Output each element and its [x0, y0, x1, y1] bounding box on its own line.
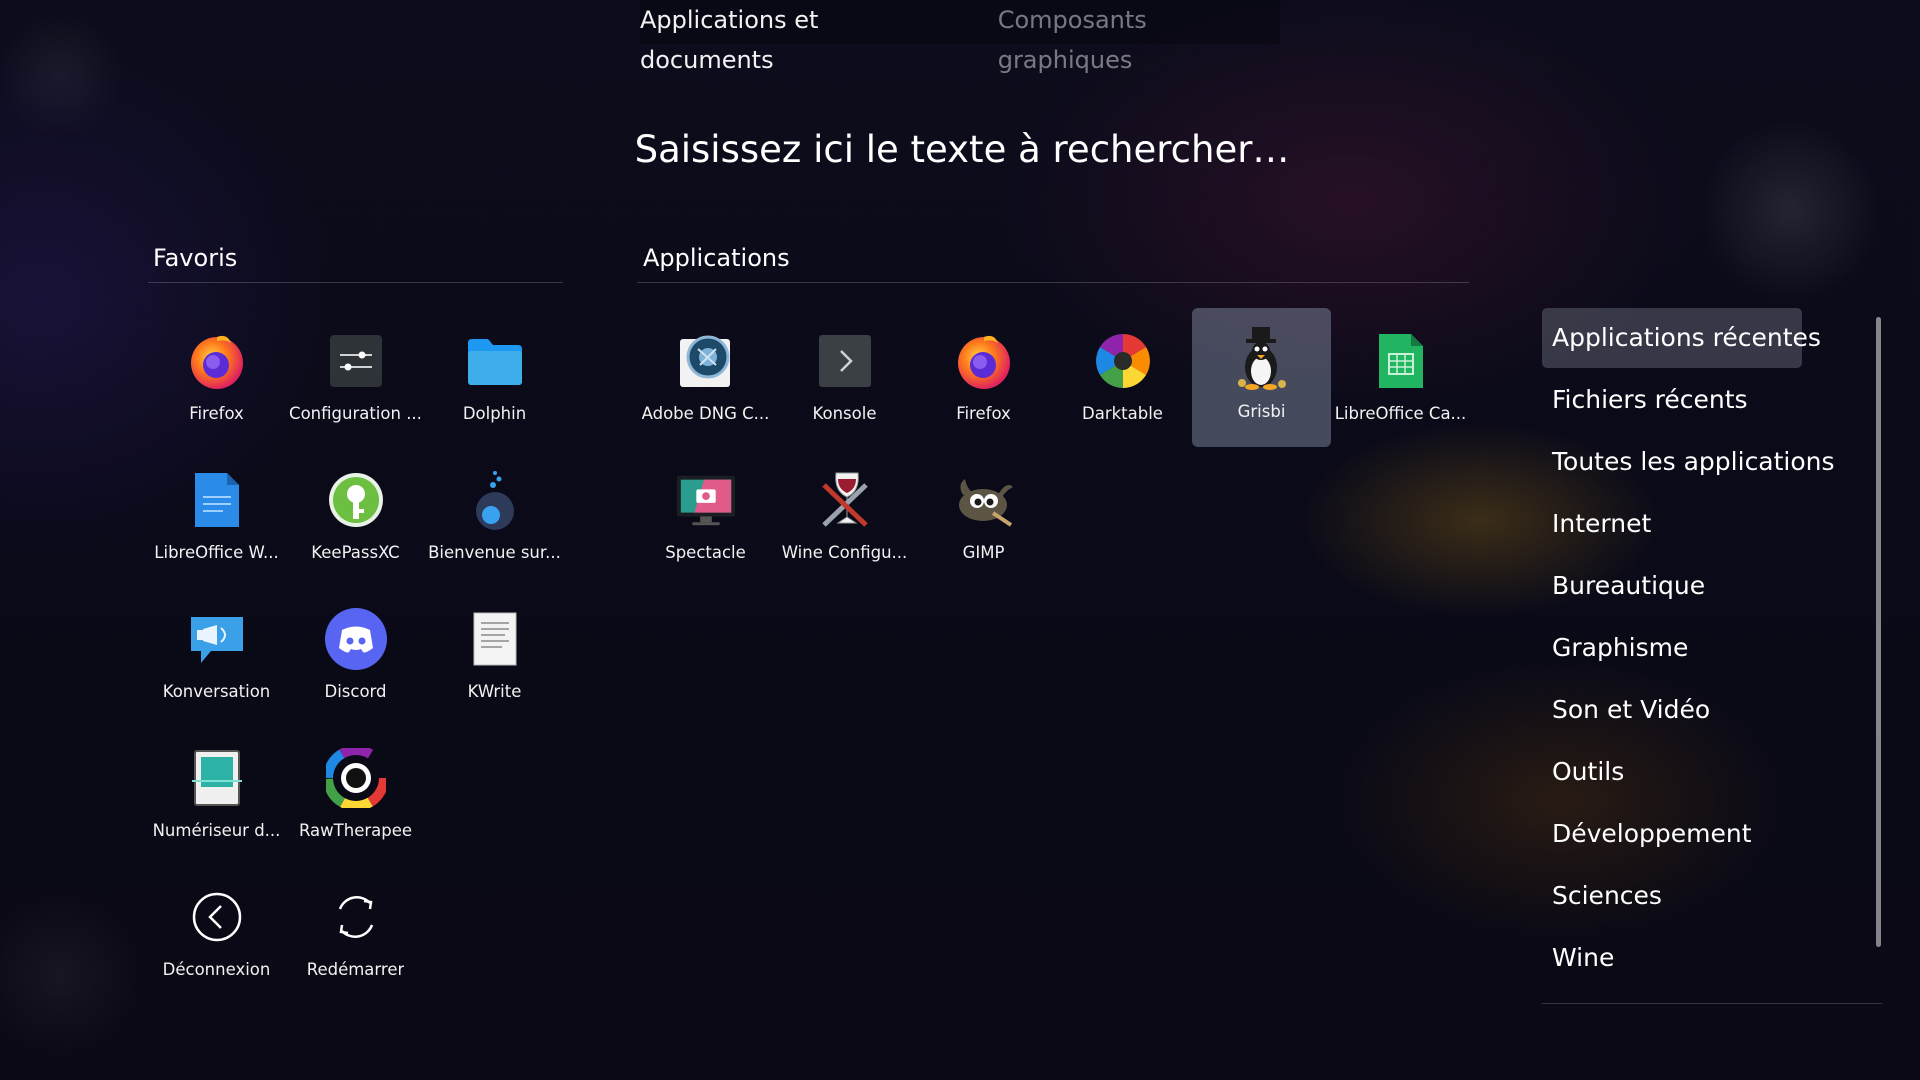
welcome-icon [464, 469, 526, 531]
gimp-icon [953, 469, 1015, 531]
spectacle-icon [675, 469, 737, 531]
favorite-dolphin[interactable]: Dolphin [425, 310, 564, 449]
app-libreoffice-calc[interactable]: LibreOffice Ca... [1331, 310, 1470, 449]
app-label: GIMP [962, 543, 1005, 562]
discord-icon [324, 608, 387, 670]
categories-scrollbar[interactable] [1876, 317, 1881, 947]
favorite-system-settings[interactable]: Configuration ... [286, 310, 425, 449]
scanner-icon [186, 747, 248, 809]
favorite-label: Configuration ... [289, 404, 422, 423]
search-input[interactable] [0, 120, 1920, 178]
app-gimp[interactable]: GIMP [914, 449, 1053, 588]
category-graphics[interactable]: Graphisme [1542, 618, 1802, 678]
category-recent-files[interactable]: Fichiers récents [1542, 370, 1802, 430]
dolphin-folder-icon [464, 330, 526, 392]
favorite-label: Discord [324, 682, 387, 701]
favorite-libreoffice-writer[interactable]: LibreOffice W... [147, 449, 286, 588]
app-label: Firefox [956, 404, 1011, 423]
adobe-dng-converter-icon [675, 330, 737, 392]
wine-config-icon [814, 469, 876, 531]
favorite-label: LibreOffice W... [154, 543, 279, 562]
app-label: Adobe DNG C... [641, 404, 770, 423]
category-multimedia[interactable]: Son et Vidéo [1542, 680, 1802, 740]
favorite-keepassxc[interactable]: KeePassXC [286, 449, 425, 588]
firefox-icon [186, 330, 248, 392]
system-settings-icon [325, 330, 387, 392]
app-label: Wine Configu... [781, 543, 908, 562]
favorite-rawtherapee[interactable]: RawTherapee [286, 727, 425, 866]
category-office[interactable]: Bureautique [1542, 556, 1802, 616]
app-darktable[interactable]: Darktable [1053, 310, 1192, 449]
applications-divider [637, 282, 1469, 283]
favorite-label: RawTherapee [298, 821, 413, 840]
grisbi-icon [1231, 327, 1293, 390]
tab-applications-documents[interactable]: Applications et documents [640, 0, 950, 74]
tab-bar: Applications et documents Composants gra… [640, 0, 1280, 74]
app-label: LibreOffice Ca... [1334, 404, 1467, 423]
kwrite-icon [464, 608, 526, 670]
favorites-divider [148, 282, 563, 283]
app-firefox[interactable]: Firefox [914, 310, 1053, 449]
favorites-heading: Favoris [153, 244, 238, 272]
favorite-label: Konversation [162, 682, 271, 701]
favorite-discord[interactable]: Discord [286, 588, 425, 727]
app-konsole[interactable]: Konsole [775, 310, 914, 449]
category-science[interactable]: Sciences [1542, 866, 1802, 926]
category-utilities[interactable]: Outils [1542, 742, 1802, 802]
favorite-label: Firefox [189, 404, 244, 423]
applications-heading: Applications [643, 244, 790, 272]
favorite-logout[interactable]: Déconnexion [147, 866, 286, 1005]
category-all-applications[interactable]: Toutes les applications [1542, 432, 1835, 492]
favorite-konversation[interactable]: Konversation [147, 588, 286, 727]
category-development[interactable]: Développement [1542, 804, 1802, 864]
category-wine[interactable]: Wine [1542, 928, 1802, 988]
tab-widgets[interactable]: Composants graphiques [998, 0, 1280, 74]
restart-icon [325, 886, 387, 948]
app-label: Spectacle [665, 543, 746, 562]
favorite-label: KeePassXC [311, 543, 400, 562]
libreoffice-calc-icon [1370, 330, 1432, 392]
favorite-kwrite[interactable]: KWrite [425, 588, 564, 727]
rawtherapee-icon [325, 747, 387, 809]
app-label: Darktable [1082, 404, 1163, 423]
app-adobe-dng-converter[interactable]: Adobe DNG C... [636, 310, 775, 449]
favorite-label: Redémarrer [306, 960, 405, 979]
favorite-label: Dolphin [462, 404, 527, 423]
konversation-icon [186, 608, 248, 670]
category-recent-applications[interactable]: Applications récentes [1542, 308, 1821, 368]
app-wine-config[interactable]: Wine Configu... [775, 449, 914, 588]
darktable-icon [1092, 330, 1154, 392]
app-label: Konsole [812, 404, 877, 423]
favorite-welcome[interactable]: Bienvenue sur... [425, 449, 564, 588]
app-grisbi[interactable]: Grisbi [1192, 308, 1331, 447]
konsole-icon [814, 330, 876, 392]
favorite-label: Bienvenue sur... [428, 543, 561, 562]
favorite-firefox[interactable]: Firefox [147, 310, 286, 449]
favorite-label: Déconnexion [162, 960, 271, 979]
firefox-icon [953, 330, 1015, 392]
favorite-label: Numériseur d... [152, 821, 281, 840]
app-spectacle[interactable]: Spectacle [636, 449, 775, 588]
keepassxc-icon [325, 469, 387, 531]
favorite-label: KWrite [467, 682, 522, 701]
favorite-restart[interactable]: Redémarrer [286, 866, 425, 1005]
logout-icon [186, 886, 248, 948]
libreoffice-writer-icon [186, 469, 248, 531]
category-internet[interactable]: Internet [1542, 494, 1802, 554]
categories-bottom-divider [1542, 1003, 1882, 1004]
favorite-scanner[interactable]: Numériseur d... [147, 727, 286, 866]
app-label: Grisbi [1237, 402, 1286, 421]
